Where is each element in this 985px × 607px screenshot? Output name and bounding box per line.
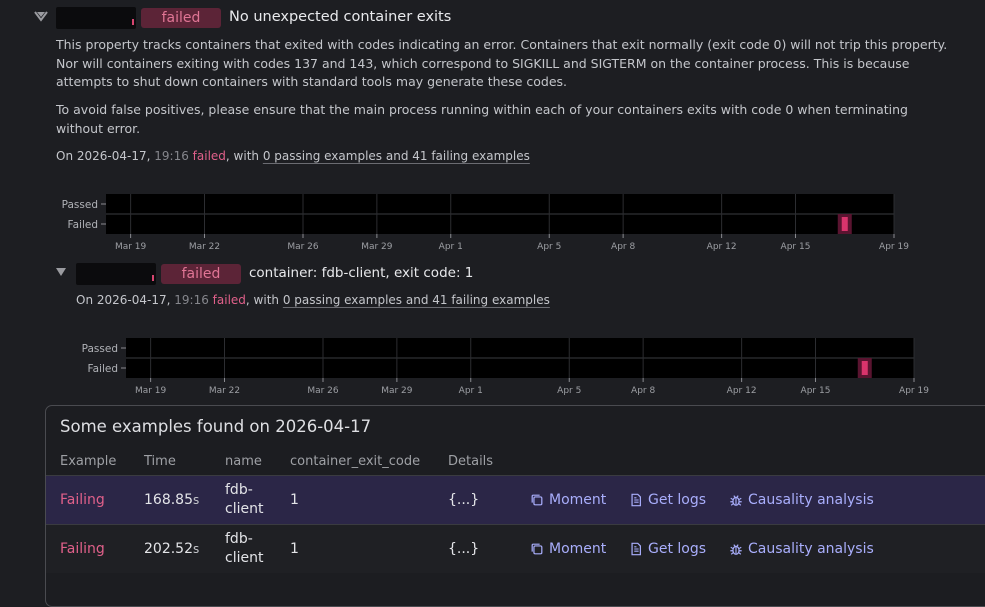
x-tick-label: Mar 29: [381, 386, 413, 396]
document-icon: [631, 542, 641, 556]
x-tick-label: Mar 29: [361, 242, 393, 252]
bug-icon: [730, 544, 742, 555]
causality-analysis-button[interactable]: Causality analysis: [729, 492, 874, 508]
get-logs-button[interactable]: Get logs: [629, 541, 706, 557]
example-name: fdb-client: [225, 531, 264, 566]
x-tick-label: Apr 8: [631, 386, 655, 396]
x-tick-label: Apr 12: [727, 386, 757, 396]
y-tick-label: Failed: [88, 363, 118, 375]
property-timeline-chart: Passed Failed Mar 19 Mar 22 Mar 26 Mar 29 Apr …: [40, 190, 910, 255]
subproperty-timeline-chart: Passed Failed Mar 19 Mar 22 Mar 26 Mar 29 Apr …: [60, 334, 930, 399]
example-status: Failing: [60, 541, 105, 557]
column-header-details: Details: [448, 454, 494, 469]
example-exit-code: 1: [290, 541, 299, 557]
y-tick-label: Passed: [82, 343, 118, 355]
x-tick-label: Apr 19: [879, 242, 909, 252]
column-header-example: Example: [60, 454, 117, 469]
x-tick-label: Apr 12: [707, 242, 737, 252]
x-tick-label: Apr 1: [439, 242, 463, 252]
moment-button[interactable]: Moment: [530, 492, 606, 508]
failed-point[interactable]: [841, 217, 848, 231]
x-tick-label: Apr 8: [611, 242, 635, 252]
bug-icon: [730, 495, 742, 506]
property-title: No unexpected container exits: [229, 9, 452, 25]
example-status: Failing: [60, 492, 105, 508]
x-tick-label: Mar 26: [307, 386, 339, 396]
status-badge: failed: [161, 264, 241, 284]
x-tick-label: Apr 19: [899, 386, 929, 396]
examples-count-link[interactable]: 0 passing examples and 41 failing exampl…: [283, 293, 550, 307]
timeline-svg: Passed Failed Mar 19 Mar 22 Mar 26 Mar 29 Apr …: [62, 194, 909, 252]
examples-count-link[interactable]: 0 passing examples and 41 failing exampl…: [263, 149, 530, 163]
x-tick-label: Apr 5: [557, 386, 581, 396]
x-tick-label: Mar 26: [287, 242, 319, 252]
x-tick-label: Mar 19: [115, 242, 147, 252]
property-description-note: To avoid false positives, please ensure …: [56, 102, 908, 136]
document-icon: [631, 493, 641, 507]
y-tick-label: Failed: [68, 219, 98, 231]
status-badge: failed: [141, 8, 221, 28]
column-header-exit-code: container_exit_code: [290, 454, 421, 469]
examples-title: Some examples found on 2026-04-17: [60, 417, 372, 436]
x-tick-label: Apr 15: [801, 386, 831, 396]
subproperty-summary: On 2026-04-17, 19:16 failed, with 0 pass…: [76, 293, 550, 307]
x-tick-label: Apr 5: [537, 242, 561, 252]
example-time: 168.85s: [144, 492, 200, 508]
property-description: This property tracks containers that exi…: [56, 37, 948, 89]
copy-icon: [531, 543, 543, 555]
x-tick-label: Mar 22: [209, 386, 240, 396]
subproperty-title: container: fdb-client, exit code: 1: [249, 265, 474, 281]
x-tick-label: Mar 19: [135, 386, 167, 396]
x-tick-label: Mar 22: [189, 242, 220, 252]
example-details[interactable]: {...}: [448, 492, 479, 508]
y-tick-label: Passed: [62, 199, 98, 211]
property-summary: On 2026-04-17, 19:16 failed, with 0 pass…: [56, 149, 530, 163]
table-row[interactable]: Failing 168.85s fdb-client 1 {...} Momen…: [46, 475, 985, 524]
collapse-toggle-icon[interactable]: [34, 10, 48, 25]
table-row[interactable]: Failing 202.52s fdb-client 1 {...} Momen…: [46, 524, 985, 573]
x-tick-label: Apr 1: [459, 386, 483, 396]
causality-analysis-button[interactable]: Causality analysis: [729, 541, 874, 557]
example-time: 202.52s: [144, 541, 200, 557]
examples-panel: Some examples found on 2026-04-17 Exampl…: [45, 405, 985, 607]
x-tick-label: Apr 15: [781, 242, 811, 252]
timeline-svg: Passed Failed Mar 19 Mar 22 Mar 26 Mar 29 Apr …: [82, 338, 929, 396]
column-header-time: Time: [144, 454, 176, 469]
copy-icon: [531, 494, 543, 506]
example-name: fdb-client: [225, 482, 264, 517]
redacted-subproperty-id: [76, 263, 156, 285]
failed-point[interactable]: [861, 361, 868, 375]
get-logs-button[interactable]: Get logs: [629, 492, 706, 508]
column-header-name: name: [225, 454, 262, 469]
example-exit-code: 1: [290, 492, 299, 508]
example-details[interactable]: {...}: [448, 541, 479, 557]
collapse-toggle-icon[interactable]: [55, 266, 67, 280]
redacted-property-id: [56, 7, 136, 29]
moment-button[interactable]: Moment: [530, 541, 606, 557]
